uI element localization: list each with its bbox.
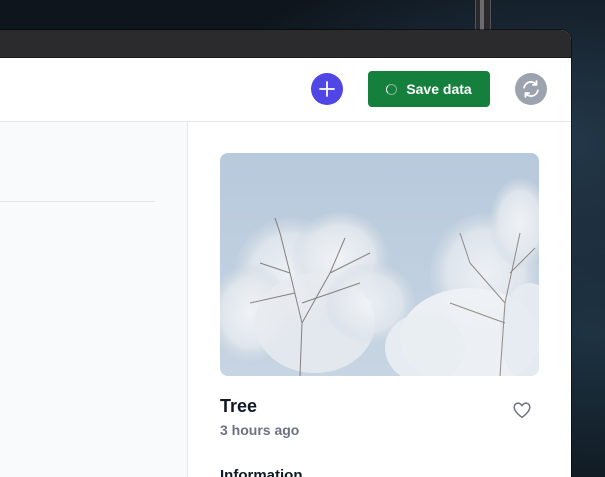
photo-preview[interactable] — [220, 153, 539, 376]
plus-icon — [319, 81, 335, 97]
spinner-icon — [386, 83, 398, 95]
save-data-label: Save data — [406, 81, 472, 97]
detail-sidebar: Tree 3 hours ago Information — [188, 122, 571, 477]
item-title: Tree — [220, 396, 258, 416]
top-toolbar: Save data — [0, 58, 571, 122]
refresh-button[interactable] — [515, 73, 547, 105]
section-divider — [0, 201, 155, 202]
background-window-edge — [475, 0, 491, 30]
gallery-panel — [0, 122, 188, 477]
item-timestamp: 3 hours ago — [220, 422, 300, 438]
snowy-trees-image — [220, 153, 539, 376]
save-data-button[interactable]: Save data — [368, 71, 490, 107]
information-heading: Information — [220, 467, 303, 477]
heart-icon — [513, 402, 531, 419]
favorite-button[interactable] — [510, 399, 534, 423]
add-button[interactable] — [311, 73, 343, 105]
window-titlebar — [0, 30, 571, 58]
refresh-icon — [523, 80, 539, 98]
app-window: Save data Tree 3 hours ago Information — [0, 30, 571, 477]
